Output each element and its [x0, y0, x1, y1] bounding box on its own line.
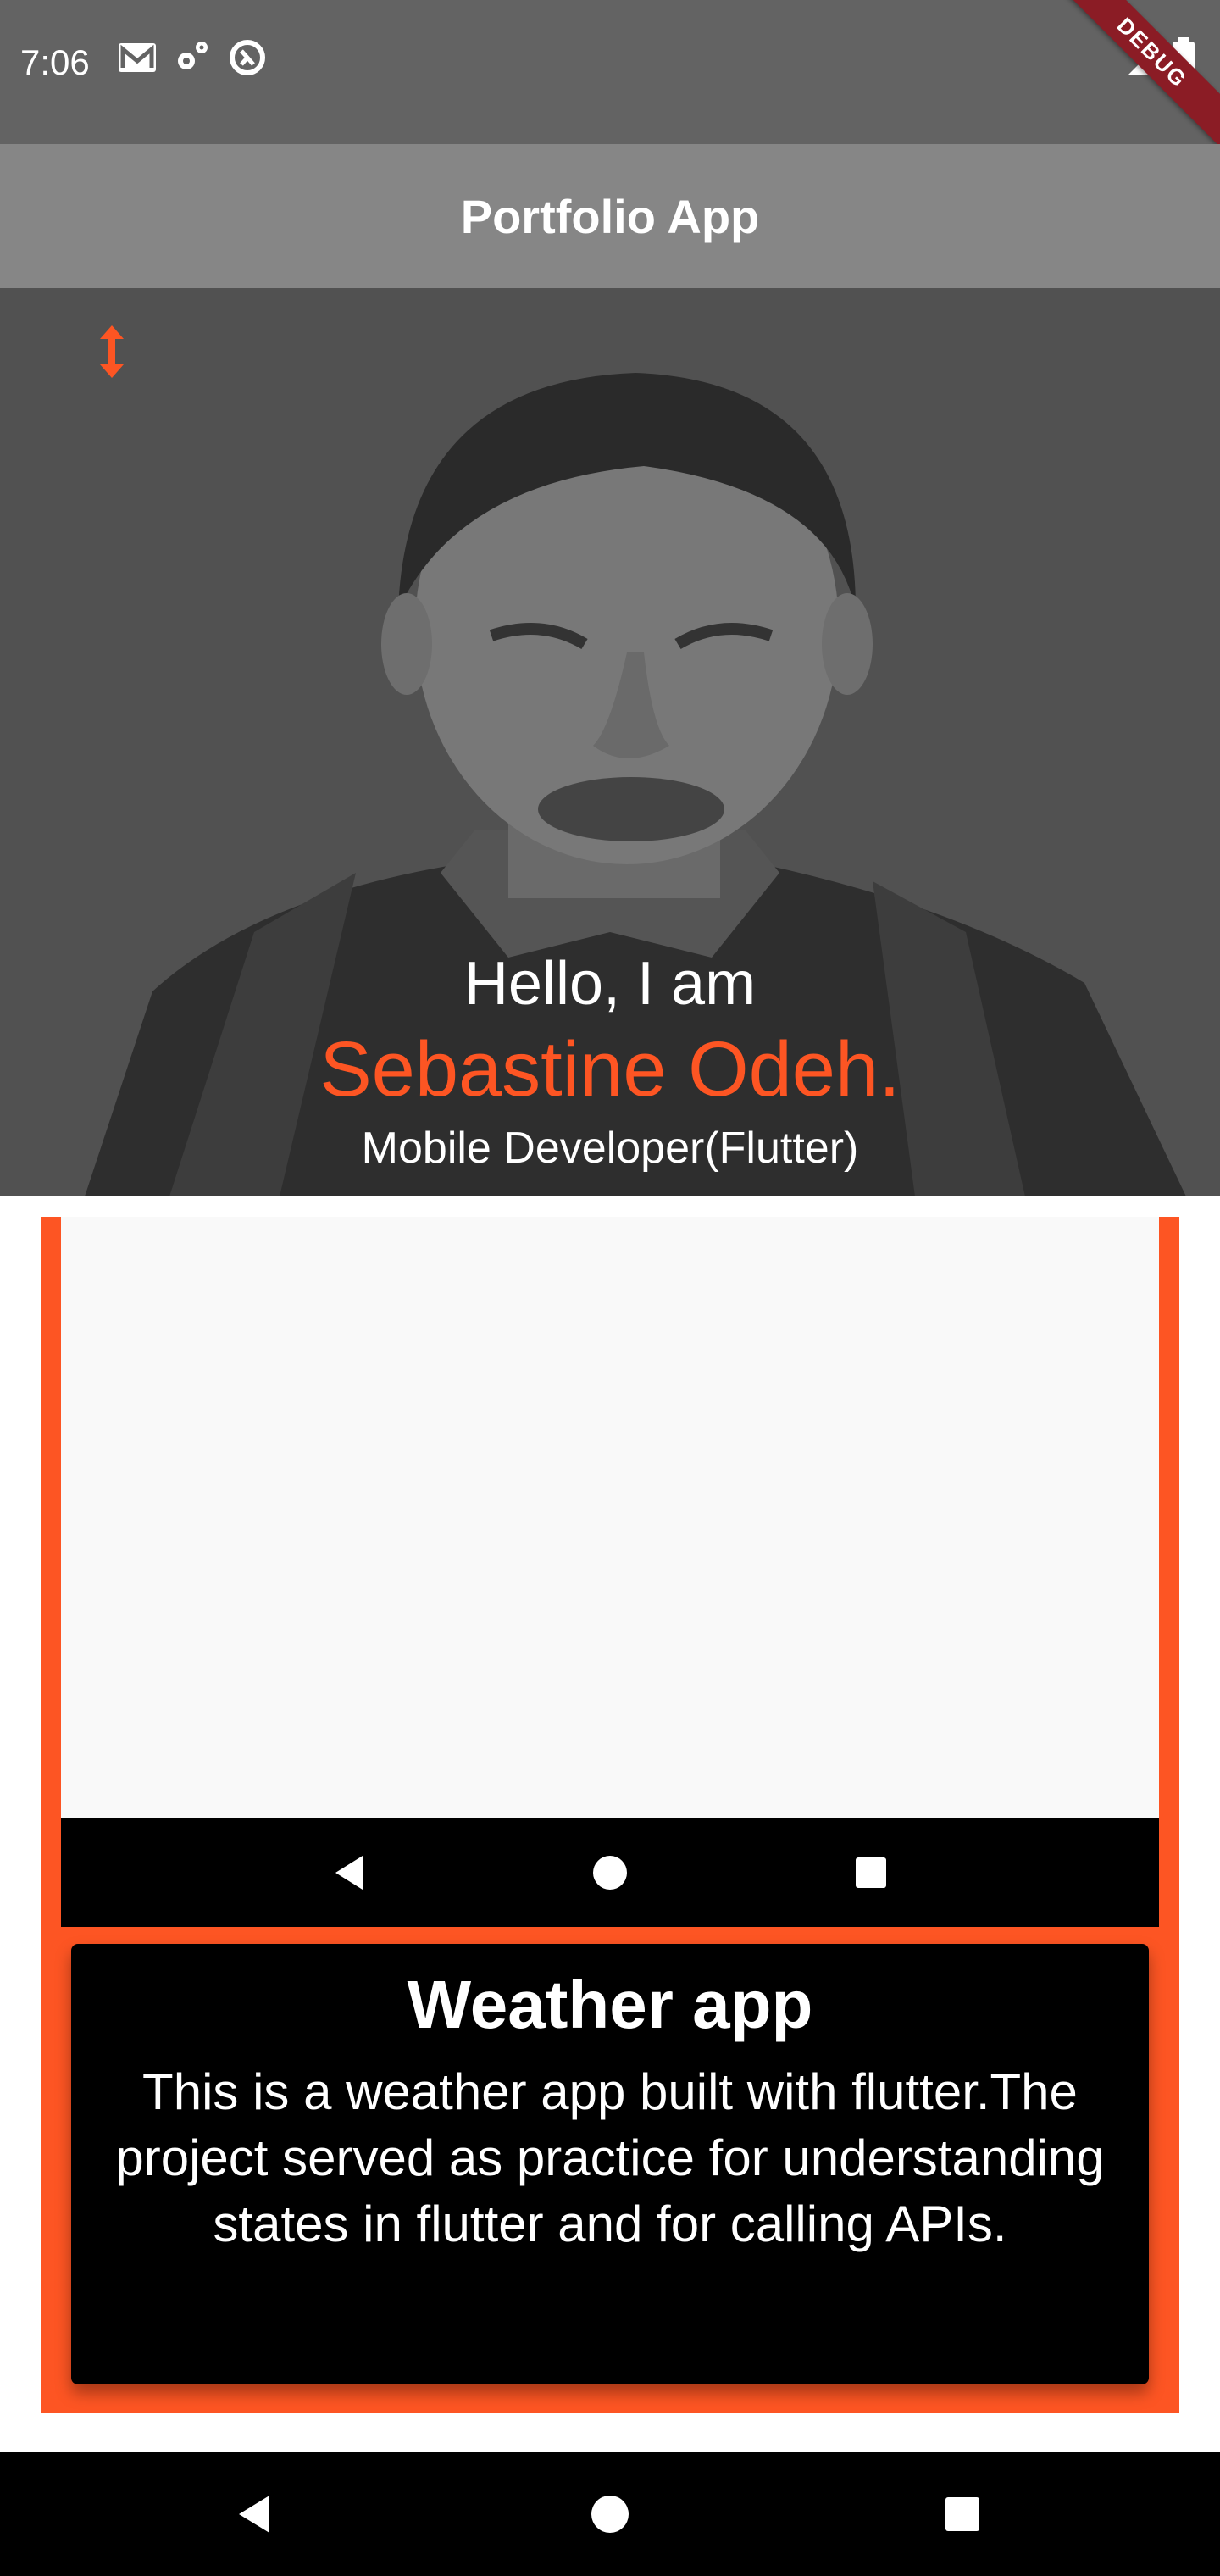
- recents-icon[interactable]: [929, 2452, 996, 2576]
- preview-nav-bar: [61, 1818, 1159, 1927]
- project-description: This is a weather app built with flutter…: [115, 2063, 1105, 2252]
- app-title: Portfolio App: [460, 189, 760, 243]
- profile-hero: Hello, I am Sebastine Odeh. Mobile Devel…: [0, 288, 1220, 1196]
- project-preview: [61, 1217, 1159, 1818]
- system-nav-bar: [0, 2452, 1220, 2576]
- status-bar: 7:06 DEBUG: [0, 0, 1220, 156]
- project-title: Weather app: [407, 1967, 813, 2042]
- developer-name: Sebastine Odeh.: [319, 1026, 901, 1113]
- back-icon: [315, 1818, 383, 1927]
- status-time: 7:06: [20, 42, 90, 82]
- project-info: Weather app This is a weather app built …: [71, 1944, 1149, 2384]
- swap-vert-icon[interactable]: [93, 322, 130, 381]
- projects-section: Weather app This is a weather app built …: [0, 1196, 1220, 2452]
- developer-role: Mobile Developer(Flutter): [361, 1124, 859, 1173]
- home-icon: [576, 1818, 644, 1927]
- gmail-icon: [115, 36, 159, 80]
- greeting-text: Hello, I am: [463, 950, 757, 1018]
- back-icon[interactable]: [220, 2452, 288, 2576]
- settings-icon: [169, 36, 214, 80]
- data-saver-icon: [225, 36, 269, 80]
- recents-icon: [837, 1818, 905, 1927]
- home-icon[interactable]: [576, 2452, 644, 2576]
- project-card[interactable]: Weather app This is a weather app built …: [41, 1217, 1179, 2413]
- app-bar: Portfolio App: [0, 144, 1220, 288]
